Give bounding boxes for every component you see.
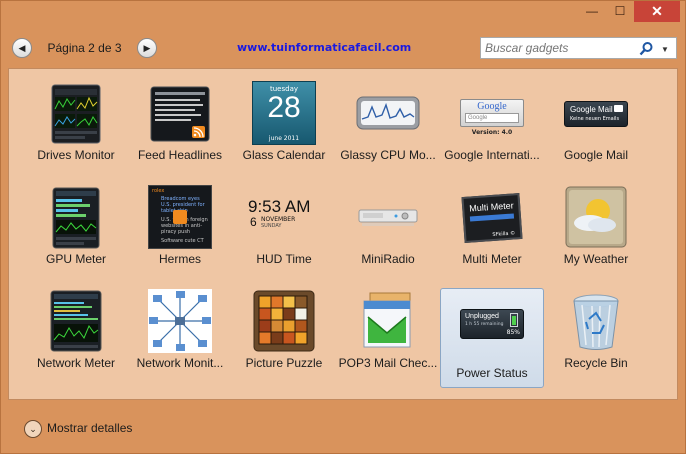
gadget-feed-headlines[interactable]: Feed Headlines [128, 75, 232, 175]
power-status-percent: 85% [506, 329, 520, 336]
gadget-drives-monitor[interactable]: Drives Monitor [24, 75, 128, 175]
details-footer: ⌄ Mostrar detalles [0, 404, 686, 454]
gadget-label: MiniRadio [361, 252, 415, 266]
hermes-headline: Software cute CT [161, 238, 204, 244]
gadget-label: Feed Headlines [137, 148, 223, 162]
drives-monitor-icon [51, 84, 101, 144]
network-monitor-icon [148, 289, 212, 353]
previous-page-button[interactable]: ◀ [12, 38, 32, 58]
chevron-right-icon: ▶ [143, 42, 151, 53]
gadget-gpu-meter[interactable]: GPU Meter [24, 179, 128, 279]
search-box[interactable]: ▼ [480, 37, 677, 59]
battery-icon [510, 313, 518, 327]
show-details-label[interactable]: Mostrar detalles [47, 421, 132, 435]
hud-time-month: NOVEMBER [261, 216, 296, 223]
hermes-feed-title: rolex [152, 188, 165, 194]
search-input[interactable] [485, 40, 635, 56]
google-logo: Google [477, 101, 507, 112]
next-page-button[interactable]: ▶ [137, 38, 157, 58]
google-version-label: Version: 4.0 [471, 129, 513, 136]
gadget-label: My Weather [563, 252, 629, 266]
gadget-label: Power Status [456, 366, 528, 380]
gpu-meter-icon [52, 187, 100, 249]
gadget-label: Hermes [158, 252, 201, 266]
google-mail-icon: Google Mail Keine neuen Emails [564, 81, 628, 145]
pop3-mail-icon [363, 292, 411, 348]
search-options-dropdown[interactable]: ▼ [658, 41, 672, 57]
gadget-label: GPU Meter [45, 252, 106, 266]
toolbar: ◀ Página 2 de 3 ▶ www.tuinformaticafacil… [0, 30, 686, 68]
gadget-glass-calendar[interactable]: tuesday 28 june 2011 Glass Calendar [232, 75, 336, 175]
window-controls: — ☐ ✕ [578, 0, 680, 22]
gadget-label: Google Internati... [444, 148, 540, 162]
google-international-icon: Google Google Version: 4.0 [460, 81, 524, 145]
gadget-pop3-mail-checker[interactable]: POP3 Mail Chec... [336, 283, 440, 383]
gadget-label: Network Monit... [136, 356, 224, 370]
gadget-label: Recycle Bin [564, 356, 628, 370]
hermes-icon: rolex Breadcom eyes U.S. president for t… [148, 185, 212, 249]
gadget-miniradio[interactable]: MiniRadio [336, 179, 440, 279]
power-status-icon: Unplugged 1 h 55 remaining 85% [460, 293, 524, 357]
gadget-google-international[interactable]: Google Google Version: 4.0 Google Intern… [440, 75, 544, 175]
gadget-hermes[interactable]: rolex Breadcom eyes U.S. president for t… [128, 179, 232, 279]
gadget-my-weather[interactable]: My Weather [544, 179, 648, 279]
minimize-button[interactable]: — [578, 0, 606, 22]
gadget-label: Picture Puzzle [245, 356, 323, 370]
envelope-icon [614, 105, 623, 112]
calendar-day: 28 [267, 91, 301, 124]
gadget-label: Network Meter [36, 356, 116, 370]
recycle-bin-icon [573, 294, 619, 350]
gadget-recycle-bin[interactable]: Recycle Bin [544, 283, 648, 383]
network-meter-icon [50, 290, 102, 352]
my-weather-icon [565, 186, 627, 248]
multi-meter-bar [469, 213, 515, 222]
search-icon[interactable] [638, 41, 654, 57]
chevron-down-icon: ⌄ [29, 423, 37, 434]
gadget-gallery-window: — ☐ ✕ ◀ Página 2 de 3 ▶ www.tuinformatic… [0, 0, 686, 454]
gadget-picture-puzzle[interactable]: Picture Puzzle [232, 283, 336, 383]
gadget-label: Glassy CPU Mo... [340, 148, 436, 162]
gadget-label: HUD Time [256, 252, 312, 266]
gadget-glassy-cpu-monitor[interactable]: Glassy CPU Mo... [336, 75, 440, 175]
rss-icon [173, 210, 187, 224]
hud-time-clock: 9:53 AM [248, 197, 311, 216]
chevron-left-icon: ◀ [18, 42, 26, 53]
gadget-label: POP3 Mail Chec... [338, 356, 438, 370]
show-details-toggle[interactable]: ⌄ [24, 420, 42, 438]
gadget-label: Google Mail [563, 148, 629, 162]
picture-puzzle-icon [253, 290, 315, 352]
gadget-network-monitor[interactable]: Network Monit... [128, 283, 232, 383]
multi-meter-title: Multi Meter [468, 200, 515, 214]
google-search-field: Google [465, 113, 519, 123]
gadget-label: Multi Meter [462, 252, 522, 266]
multi-meter-credit: SFkilla © [492, 230, 516, 239]
gadget-power-status[interactable]: Unplugged 1 h 55 remaining 85% Power Sta… [440, 288, 544, 388]
close-button[interactable]: ✕ [634, 0, 680, 22]
feed-headlines-icon [150, 86, 210, 142]
miniradio-icon [358, 209, 418, 226]
gadget-label: Glass Calendar [242, 148, 326, 162]
gadget-hud-time[interactable]: 9:53 AM 6 NOVEMBER SUNDAY HUD Time [232, 179, 336, 279]
hud-time-icon: 9:53 AM 6 NOVEMBER SUNDAY [248, 185, 320, 249]
page-indicator: Página 2 de 3 [47, 41, 122, 55]
website-link[interactable]: www.tuinformaticafacil.com [237, 41, 411, 54]
glassy-cpu-icon [356, 96, 420, 130]
calendar-month-year: june 2011 [268, 135, 300, 142]
multi-meter-icon: Multi Meter SFkilla © [460, 185, 524, 249]
gadget-multi-meter[interactable]: Multi Meter SFkilla © Multi Meter [440, 179, 544, 279]
gadget-google-mail[interactable]: Google Mail Keine neuen Emails Google Ma… [544, 75, 648, 175]
gadget-network-meter[interactable]: Network Meter [24, 283, 128, 383]
hud-time-day: 6 [250, 215, 257, 229]
gadget-label: Drives Monitor [37, 148, 115, 162]
hud-time-weekday: SUNDAY [261, 223, 282, 229]
gmail-status: Keine neuen Emails [570, 116, 620, 122]
maximize-button[interactable]: ☐ [606, 0, 634, 22]
glass-calendar-icon: tuesday 28 june 2011 [252, 81, 316, 145]
gadget-grid: Drives Monitor Feed Headlines tuesday 28… [8, 68, 678, 400]
